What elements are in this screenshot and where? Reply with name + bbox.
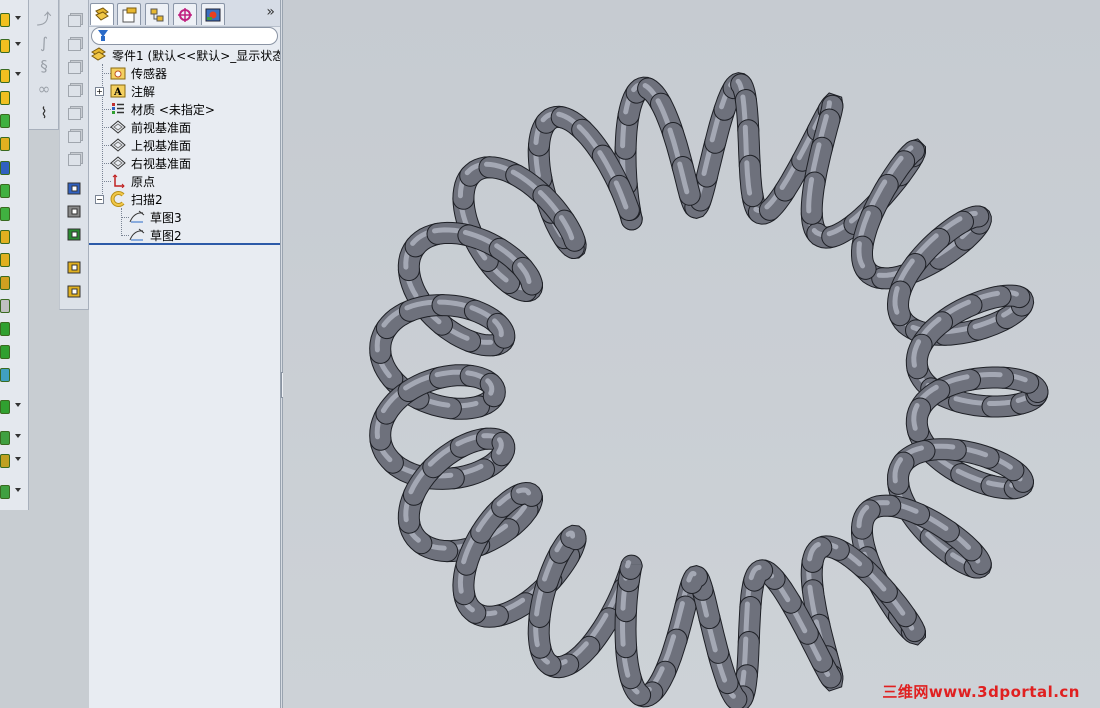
feature-tool-icon[interactable]	[0, 111, 26, 131]
feature-tool-icon[interactable]	[0, 158, 26, 178]
tree-item-label: 注解	[131, 84, 156, 99]
surface-tool-icon[interactable]	[66, 36, 84, 54]
dimxpert-tab[interactable]	[173, 3, 197, 25]
configuration-manager-icon	[150, 8, 164, 21]
more-tabs-button[interactable]: »	[266, 4, 275, 20]
tree-item-annotations[interactable]: A 注解	[110, 82, 155, 100]
feature-manager-icon	[95, 6, 109, 21]
tree-item-label: 前视基准面	[131, 120, 192, 135]
feature-tool-icon[interactable]	[0, 134, 26, 154]
feature-tool-icon[interactable]	[0, 36, 26, 56]
surface-tool-icon[interactable]	[66, 59, 84, 77]
sensor-folder-icon	[110, 66, 126, 80]
feature-tool-icon[interactable]	[0, 482, 26, 502]
surface-tool-icon[interactable]	[66, 12, 84, 30]
surface-tool-icon[interactable]	[66, 128, 84, 146]
tree-item-label: 右视基准面	[131, 156, 192, 171]
annotation-icon: A	[110, 84, 126, 98]
configuration-manager-tab[interactable]	[145, 3, 169, 25]
tree-item-label: 扫描2	[131, 192, 163, 207]
part-icon	[91, 47, 107, 62]
watermark-text: 三维网www.3dportal.cn	[882, 683, 1080, 701]
feature-tool-icon[interactable]	[0, 250, 26, 270]
spiral-icon[interactable]: ∞	[35, 80, 53, 98]
tree-item-label: 传感器	[131, 66, 168, 81]
sketch-icon	[129, 228, 145, 242]
tree-item-sketch3[interactable]: 草图3	[129, 208, 182, 226]
feature-tool-icon[interactable]	[0, 342, 26, 362]
feature-tool-icon[interactable]	[0, 428, 26, 448]
tree-root-label: 零件1 (默认<<默认>_显示状态	[112, 48, 285, 63]
sketch-icon	[129, 210, 145, 224]
composite-curve-icon[interactable]: ∫	[35, 34, 53, 52]
tree-item-sweep[interactable]: 扫描2	[110, 190, 163, 208]
surface-tool-icon[interactable]	[66, 151, 84, 169]
tree-item-top-plane[interactable]: 上视基准面	[110, 136, 191, 154]
plane-icon	[110, 120, 126, 134]
plane-icon	[110, 138, 126, 152]
origin-icon	[110, 174, 126, 188]
surface-tool-icon[interactable]	[66, 82, 84, 100]
features-toolbar	[0, 0, 29, 510]
dimxpert-icon	[178, 7, 192, 22]
tree-item-material[interactable]: 材质 <未指定>	[110, 100, 215, 118]
helix-icon[interactable]: §	[35, 57, 53, 75]
feature-manager-panel: » 零件1 (默认<<默认>_显示状态 传感器 + A 注解 材质 <未指定> …	[89, 0, 284, 708]
feature-tool-icon[interactable]	[0, 451, 26, 471]
tree-item-label: 草图3	[150, 210, 182, 225]
tree-item-label: 草图2	[150, 228, 182, 243]
tree-item-label: 材质 <未指定>	[131, 102, 215, 117]
collapse-sweep-toggle[interactable]: −	[95, 195, 104, 204]
tree-item-origin[interactable]: 原点	[110, 172, 155, 190]
surface-tool-icon[interactable]	[66, 226, 84, 244]
feature-tool-icon[interactable]	[0, 319, 26, 339]
feature-tool-icon[interactable]	[0, 181, 26, 201]
surface-tool-icon[interactable]	[66, 203, 84, 221]
curve-toolbar: ⤴ ∫ § ∞ ⌇	[29, 0, 59, 130]
feature-tool-icon[interactable]	[0, 397, 26, 417]
tree-item-sketch2[interactable]: 草图2	[129, 226, 182, 244]
display-manager-tab[interactable]	[201, 3, 225, 25]
tree-item-label: 上视基准面	[131, 138, 192, 153]
graphics-viewport[interactable]: 三维网www.3dportal.cn	[283, 0, 1100, 708]
surface-tool-icon[interactable]	[66, 283, 84, 301]
property-manager-icon	[122, 7, 137, 22]
feature-tool-icon[interactable]	[0, 66, 26, 86]
tree-filter-input[interactable]	[91, 27, 278, 45]
display-manager-icon	[205, 8, 221, 21]
split-line-icon[interactable]: ⤴	[35, 10, 53, 28]
expand-annotations-toggle[interactable]: +	[95, 87, 104, 96]
tree-item-label: 原点	[131, 174, 156, 189]
helical-spring-model	[369, 72, 1049, 708]
rollback-bar[interactable]	[89, 243, 280, 245]
material-icon	[110, 102, 126, 116]
feature-tool-icon[interactable]	[0, 227, 26, 247]
property-manager-tab[interactable]	[117, 3, 141, 25]
feature-tool-icon[interactable]	[0, 296, 26, 316]
tree-item-right-plane[interactable]: 右视基准面	[110, 154, 191, 172]
surface-tool-icon[interactable]	[66, 180, 84, 198]
svg-text:A: A	[113, 87, 122, 98]
feature-tool-icon[interactable]	[0, 273, 26, 293]
surface-tool-icon[interactable]	[66, 259, 84, 277]
feature-tool-icon[interactable]	[0, 88, 26, 108]
panel-tabs: »	[89, 0, 280, 27]
tree-item-sensors[interactable]: 传感器	[110, 64, 167, 82]
plane-icon	[110, 156, 126, 170]
sweep-icon	[110, 191, 126, 207]
surface-tool-icon[interactable]	[66, 105, 84, 123]
feature-tool-icon[interactable]	[0, 365, 26, 385]
surface-toolbar	[59, 0, 89, 310]
tree-root-part[interactable]: 零件1 (默认<<默认>_显示状态	[91, 46, 284, 64]
feature-tool-icon[interactable]	[0, 10, 26, 30]
feature-tool-icon[interactable]	[0, 204, 26, 224]
tree-item-front-plane[interactable]: 前视基准面	[110, 118, 191, 136]
curve-through-points-icon[interactable]: ⌇	[35, 104, 53, 122]
feature-manager-tab[interactable]	[90, 3, 114, 25]
